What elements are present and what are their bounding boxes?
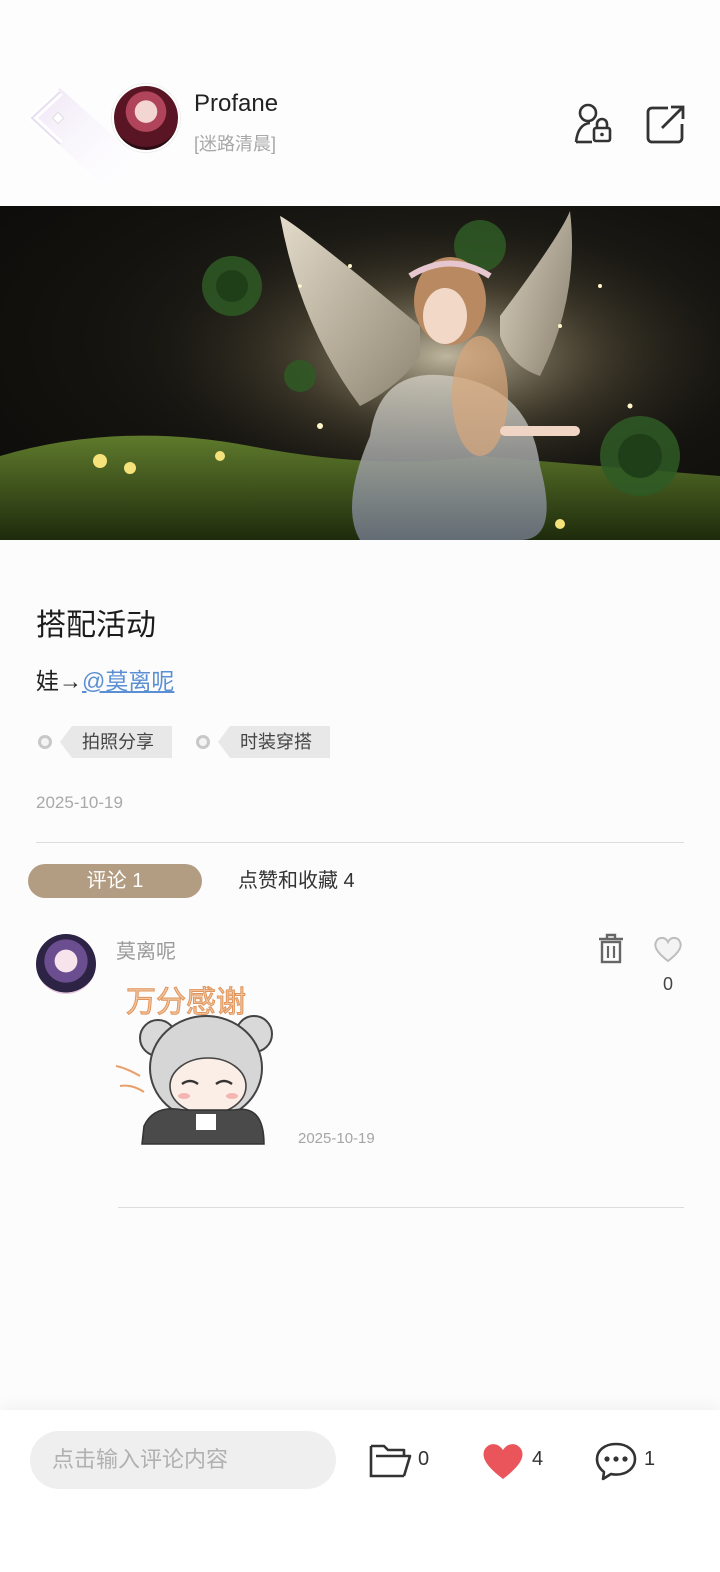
sticker-text: 万分感谢 <box>126 985 246 1020</box>
folder-icon <box>369 1444 412 1478</box>
author-name[interactable]: Profane <box>194 90 278 118</box>
favorite-button[interactable] <box>368 1440 412 1480</box>
author-title: [迷路清晨] <box>194 134 277 154</box>
tag-label: 拍照分享 <box>60 726 172 758</box>
tab-comments[interactable]: 评论 1 <box>28 864 202 898</box>
like-button[interactable] <box>480 1440 526 1482</box>
comment-sticker: 万分感谢 <box>114 976 294 1146</box>
heart-outline-icon <box>654 936 682 963</box>
top-bar: Profane [迷路清晨] <box>0 0 720 206</box>
author-avatar[interactable] <box>112 84 180 152</box>
share-button[interactable] <box>644 102 688 146</box>
tag-dot-icon <box>196 735 210 749</box>
commenter-name[interactable]: 莫离呢 <box>116 935 176 964</box>
comment-count: 1 <box>644 1448 656 1470</box>
privacy-lock-button[interactable] <box>572 102 616 146</box>
comment-input[interactable] <box>30 1431 336 1489</box>
trash-icon <box>599 933 623 964</box>
like-comment-button[interactable] <box>652 934 684 964</box>
comment-date: 2025-10-19 <box>298 1130 375 1147</box>
post-date: 2025-10-19 <box>36 793 123 812</box>
post-title: 搭配活动 <box>36 609 156 642</box>
tag-label: 时装穿搭 <box>218 726 330 758</box>
share-external-icon <box>646 105 685 144</box>
comment-like-count: 0 <box>662 974 673 994</box>
post-image[interactable] <box>0 206 720 540</box>
tab-likes-favorites[interactable]: 点赞和收藏 4 <box>238 866 355 896</box>
tag-fashion[interactable]: 时装穿搭 <box>196 726 330 758</box>
heart-filled-icon <box>483 1444 523 1479</box>
tag-dot-icon <box>38 735 52 749</box>
comment-button[interactable] <box>594 1440 638 1482</box>
commenter-avatar[interactable] <box>36 934 96 994</box>
tag-photo-share[interactable]: 拍照分享 <box>38 726 172 758</box>
chat-bubble-icon <box>595 1442 637 1481</box>
divider <box>118 1207 684 1208</box>
post-body: 娃→@莫离呢 <box>36 662 174 696</box>
divider <box>36 842 684 843</box>
favorite-count: 0 <box>418 1448 430 1470</box>
mention-link[interactable]: @莫离呢 <box>82 668 174 694</box>
post-body-text: 娃→ <box>36 668 82 694</box>
delete-comment-button[interactable] <box>596 932 626 966</box>
user-lock-icon <box>574 103 612 144</box>
like-count: 4 <box>532 1448 544 1470</box>
